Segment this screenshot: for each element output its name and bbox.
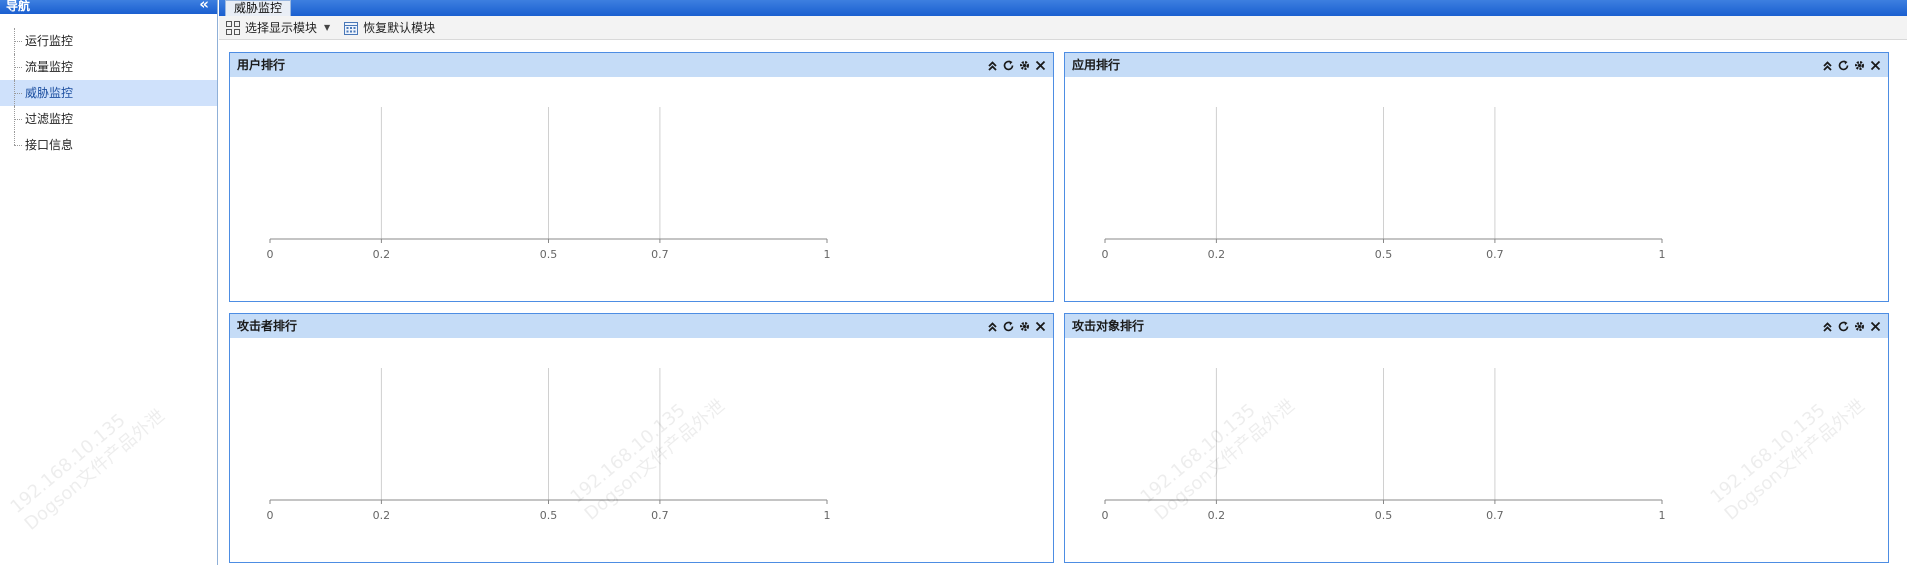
panel-header: 用户排行 [230, 53, 1053, 77]
chart: 0 0.2 0.5 0.7 1 [267, 107, 831, 261]
toolbar: 选择显示模块 ▼ 恢复默认模块 [219, 16, 1907, 40]
close-icon[interactable] [1869, 59, 1882, 72]
refresh-icon[interactable] [1837, 320, 1850, 333]
panel-header: 攻击者排行 [230, 314, 1053, 338]
x-tick-label: 0 [267, 248, 274, 261]
select-modules-button[interactable]: 选择显示模块 ▼ [223, 19, 333, 36]
panel-tools [986, 53, 1047, 77]
panel-title: 攻击对象排行 [1072, 319, 1145, 333]
close-icon[interactable] [1034, 320, 1047, 333]
panel-tools [986, 314, 1047, 338]
panel-header: 攻击对象排行 [1065, 314, 1888, 338]
x-tick-label: 0 [1102, 248, 1109, 261]
tab-bar: 威胁监控 [219, 0, 1907, 16]
sidebar-title: 导航 [6, 0, 31, 13]
sidebar-item-traffic-monitor[interactable]: 流量监控 [0, 54, 217, 80]
collapse-icon[interactable] [1821, 320, 1834, 333]
panel-tools [1821, 53, 1882, 77]
gear-icon[interactable] [1018, 59, 1031, 72]
panel-app-ranking: 应用排行 0 0.2 0.5 0.7 1 [1064, 52, 1889, 302]
calendar-grid-icon [344, 21, 359, 35]
x-tick-label: 0.7 [1486, 248, 1504, 261]
gear-icon[interactable] [1853, 320, 1866, 333]
close-icon[interactable] [1869, 320, 1882, 333]
x-tick-label: 0.2 [1208, 509, 1226, 522]
panel-title: 应用排行 [1072, 58, 1121, 72]
select-modules-label: 选择显示模块 [245, 21, 318, 35]
x-tick-label: 1 [1659, 509, 1666, 522]
chart: 0 0.2 0.5 0.7 1 [267, 368, 831, 522]
refresh-icon[interactable] [1002, 320, 1015, 333]
collapse-icon[interactable] [986, 320, 999, 333]
x-tick-label: 0.5 [1375, 509, 1393, 522]
x-tick-label: 0.7 [1486, 509, 1504, 522]
x-tick-label: 0.7 [651, 509, 669, 522]
sidebar-item-filter-monitor[interactable]: 过滤监控 [0, 106, 217, 132]
sidebar: 导航 « 运行监控 流量监控 威胁监控 过滤监控 接口信息 [0, 0, 218, 565]
x-tick-label: 1 [1659, 248, 1666, 261]
x-tick-label: 0.5 [1375, 248, 1393, 261]
grid-modules-icon [226, 20, 240, 35]
chart: 0 0.2 0.5 0.7 1 [1102, 368, 1666, 522]
panel-attacker-ranking: 攻击者排行 0 0.2 0.5 0.7 1 [229, 313, 1054, 563]
refresh-icon[interactable] [1002, 59, 1015, 72]
dropdown-arrow-icon: ▼ [324, 23, 331, 32]
nav-tree: 运行监控 流量监控 威胁监控 过滤监控 接口信息 [0, 28, 217, 158]
x-tick-label: 0 [1102, 509, 1109, 522]
restore-default-button[interactable]: 恢复默认模块 [341, 19, 438, 36]
x-tick-label: 0 [267, 509, 274, 522]
refresh-icon[interactable] [1837, 59, 1850, 72]
sidebar-item-run-monitor[interactable]: 运行监控 [0, 28, 217, 54]
double-chevron-left-icon[interactable]: « [199, 0, 209, 12]
x-tick-label: 0.7 [651, 248, 669, 261]
restore-default-label: 恢复默认模块 [363, 21, 436, 35]
panel-header: 应用排行 [1065, 53, 1888, 77]
panel-title: 攻击者排行 [237, 319, 298, 333]
sidebar-header: 导航 « [0, 0, 217, 14]
panel-target-ranking: 攻击对象排行 0 0.2 0.5 0.7 1 [1064, 313, 1889, 563]
panel-user-ranking: 用户排行 0 0.2 0.5 0.7 1 [229, 52, 1054, 302]
x-tick-label: 1 [824, 509, 831, 522]
close-icon[interactable] [1034, 59, 1047, 72]
sidebar-item-interface-info[interactable]: 接口信息 [0, 132, 217, 158]
panel-title: 用户排行 [237, 58, 286, 72]
collapse-icon[interactable] [1821, 59, 1834, 72]
x-tick-label: 0.2 [373, 248, 391, 261]
x-tick-label: 0.2 [373, 509, 391, 522]
tab-threat-monitor[interactable]: 威胁监控 [225, 0, 292, 16]
x-tick-label: 0.5 [540, 509, 558, 522]
chart: 0 0.2 0.5 0.7 1 [1102, 107, 1666, 261]
x-tick-label: 1 [824, 248, 831, 261]
collapse-icon[interactable] [986, 59, 999, 72]
gear-icon[interactable] [1018, 320, 1031, 333]
x-tick-label: 0.2 [1208, 248, 1226, 261]
sidebar-item-threat-monitor[interactable]: 威胁监控 [0, 80, 217, 106]
x-tick-label: 0.5 [540, 248, 558, 261]
gear-icon[interactable] [1853, 59, 1866, 72]
panel-tools [1821, 314, 1882, 338]
